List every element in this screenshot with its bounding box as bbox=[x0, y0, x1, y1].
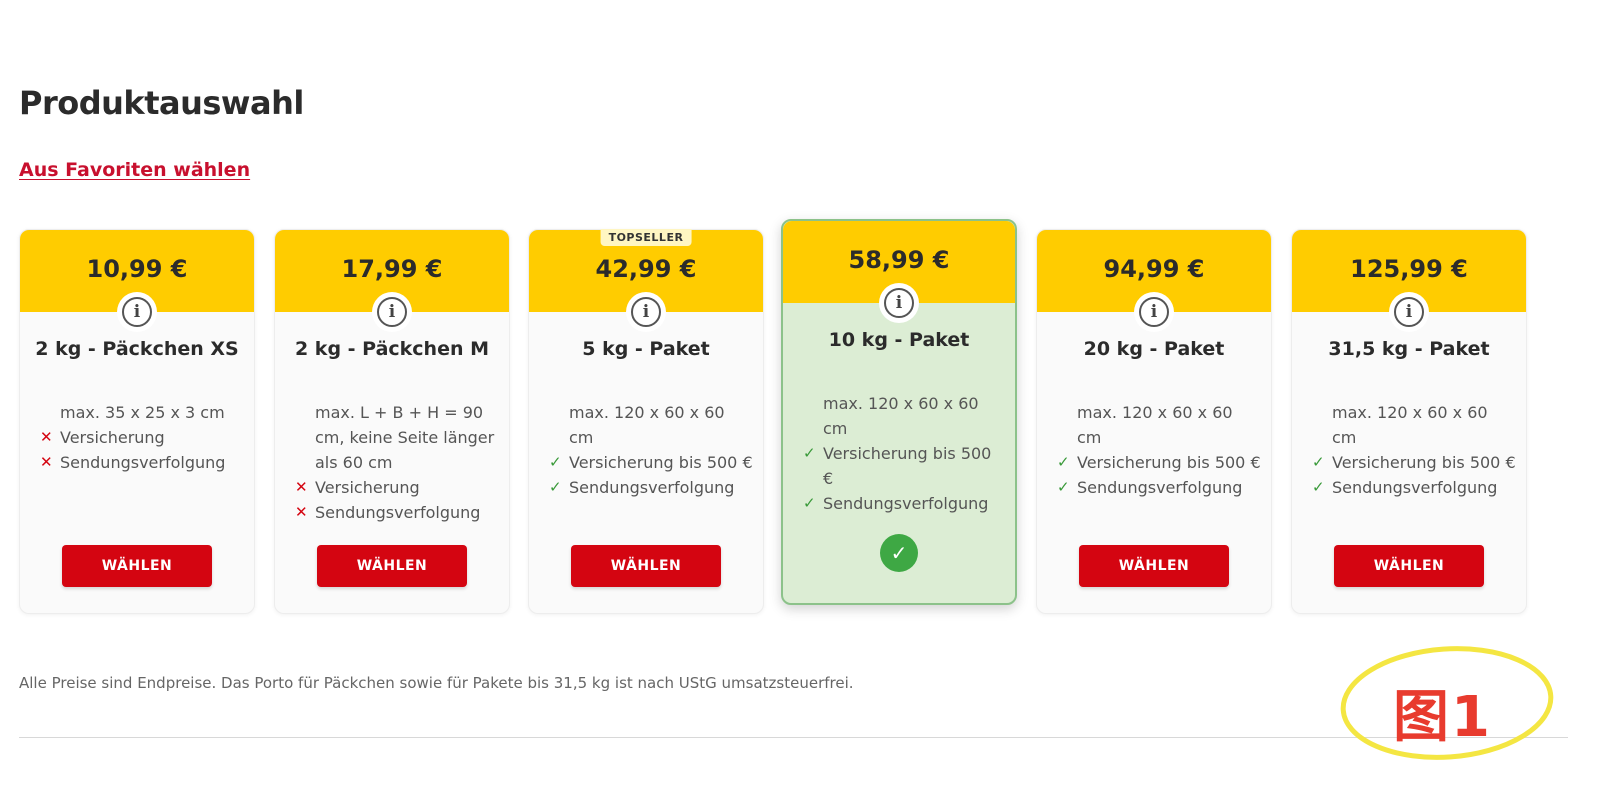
feature-tracking: ✕ Sendungsverfolgung bbox=[40, 450, 244, 475]
product-card-20kg-paket[interactable]: 94,99 € i 20 kg - Paket max. 120 x 60 x … bbox=[1036, 229, 1272, 614]
dimensions-text: max. 35 x 25 x 3 cm bbox=[60, 403, 225, 422]
feature-label: Sendungsverfolgung bbox=[569, 478, 735, 497]
product-name: 2 kg - Päckchen XS bbox=[35, 338, 239, 360]
check-icon: ✓ bbox=[1057, 453, 1070, 471]
dimensions-text: max. 120 x 60 x 60 cm bbox=[1332, 403, 1488, 447]
feature-label: Versicherung bis 500 € bbox=[1077, 453, 1261, 472]
feature-tracking: ✕ Sendungsverfolgung bbox=[295, 500, 499, 525]
choose-button[interactable]: WÄHLEN bbox=[1079, 545, 1229, 587]
annotation-label: 图1 bbox=[1393, 685, 1492, 750]
feature-insurance: ✓ Versicherung bis 500 € bbox=[1057, 450, 1261, 475]
check-icon: ✓ bbox=[803, 444, 816, 462]
feature-insurance: ✓ Versicherung bis 500 € bbox=[1312, 450, 1516, 475]
choose-button[interactable]: WÄHLEN bbox=[317, 545, 467, 587]
product-details: max. 35 x 25 x 3 cm ✕ Versicherung ✕ Sen… bbox=[40, 400, 244, 475]
check-icon: ✓ bbox=[803, 494, 816, 512]
dimensions-text: max. L + B + H = 90 cm, keine Seite läng… bbox=[315, 403, 495, 472]
product-card-31-5kg-paket[interactable]: 125,99 € i 31,5 kg - Paket max. 120 x 60… bbox=[1291, 229, 1527, 614]
info-icon: i bbox=[122, 297, 152, 327]
product-details: max. L + B + H = 90 cm, keine Seite läng… bbox=[295, 400, 499, 525]
topseller-badge: TOPSELLER bbox=[600, 229, 692, 246]
choose-button[interactable]: WÄHLEN bbox=[62, 545, 212, 587]
cross-icon: ✕ bbox=[295, 478, 308, 496]
price: 94,99 € bbox=[1103, 255, 1205, 283]
cross-icon: ✕ bbox=[40, 453, 53, 471]
feature-tracking: ✓ Sendungsverfolgung bbox=[803, 491, 1005, 516]
price: 10,99 € bbox=[86, 255, 188, 283]
price: 58,99 € bbox=[848, 246, 950, 274]
feature-label: Versicherung bbox=[315, 478, 420, 497]
check-icon: ✓ bbox=[549, 453, 562, 471]
info-icon: i bbox=[884, 288, 914, 318]
product-details: max. 120 x 60 x 60 cm ✓ Versicherung bis… bbox=[549, 400, 753, 500]
cross-icon: ✕ bbox=[295, 503, 308, 521]
price: 125,99 € bbox=[1350, 255, 1468, 283]
check-icon: ✓ bbox=[1057, 478, 1070, 496]
price: 17,99 € bbox=[341, 255, 443, 283]
feature-label: Versicherung bbox=[60, 428, 165, 447]
feature-insurance: ✕ Versicherung bbox=[40, 425, 244, 450]
cross-icon: ✕ bbox=[40, 428, 53, 446]
feature-tracking: ✓ Sendungsverfolgung bbox=[1312, 475, 1516, 500]
feature-label: Versicherung bis 500 € bbox=[569, 453, 753, 472]
product-card-2kg-paeckchen-xs[interactable]: 10,99 € i 2 kg - Päckchen XS max. 35 x 2… bbox=[19, 229, 255, 614]
choose-button[interactable]: WÄHLEN bbox=[1334, 545, 1484, 587]
product-details: max. 120 x 60 x 60 cm ✓ Versicherung bis… bbox=[1312, 400, 1516, 500]
product-name: 20 kg - Paket bbox=[1083, 338, 1225, 360]
price-footnote: Alle Preise sind Endpreise. Das Porto fü… bbox=[19, 674, 854, 692]
product-name: 10 kg - Paket bbox=[828, 329, 970, 351]
feature-insurance: ✓ Versicherung bis 500 € bbox=[549, 450, 753, 475]
info-icon: i bbox=[377, 297, 407, 327]
check-icon: ✓ bbox=[1312, 478, 1325, 496]
check-icon: ✓ bbox=[1312, 453, 1325, 471]
choose-from-favorites-link[interactable]: Aus Favoriten wählen bbox=[19, 159, 250, 181]
choose-button[interactable]: WÄHLEN bbox=[571, 545, 721, 587]
product-name: 2 kg - Päckchen M bbox=[294, 338, 490, 360]
info-icon: i bbox=[1139, 297, 1169, 327]
dimensions-text: max. 120 x 60 x 60 cm bbox=[823, 394, 979, 438]
info-icon: i bbox=[631, 297, 661, 327]
product-card-2kg-paeckchen-m[interactable]: 17,99 € i 2 kg - Päckchen M max. L + B +… bbox=[274, 229, 510, 614]
product-details: max. 120 x 60 x 60 cm ✓ Versicherung bis… bbox=[803, 391, 1005, 516]
feature-label: Sendungsverfolgung bbox=[60, 453, 226, 472]
product-card-10kg-paket[interactable]: 58,99 € i 10 kg - Paket max. 120 x 60 x … bbox=[781, 219, 1017, 605]
product-name: 5 kg - Paket bbox=[582, 338, 710, 360]
feature-insurance: ✕ Versicherung bbox=[295, 475, 499, 500]
selected-check-icon: ✓ bbox=[880, 534, 918, 572]
divider bbox=[19, 737, 1568, 738]
price: 42,99 € bbox=[595, 255, 697, 283]
product-name: 31,5 kg - Paket bbox=[1328, 338, 1490, 360]
info-button[interactable]: i bbox=[117, 292, 157, 332]
feature-label: Sendungsverfolgung bbox=[1332, 478, 1498, 497]
info-button[interactable]: i bbox=[1134, 292, 1174, 332]
product-details: max. 120 x 60 x 60 cm ✓ Versicherung bis… bbox=[1057, 400, 1261, 500]
dimensions-text: max. 120 x 60 x 60 cm bbox=[1077, 403, 1233, 447]
info-button[interactable]: i bbox=[372, 292, 412, 332]
info-button[interactable]: i bbox=[626, 292, 666, 332]
feature-label: Sendungsverfolgung bbox=[823, 494, 989, 513]
info-button[interactable]: i bbox=[879, 283, 919, 323]
dimensions-text: max. 120 x 60 x 60 cm bbox=[569, 403, 725, 447]
page-title: Produktauswahl bbox=[19, 84, 304, 122]
feature-insurance: ✓ Versicherung bis 500 € bbox=[803, 441, 1005, 491]
feature-label: Sendungsverfolgung bbox=[315, 503, 481, 522]
check-icon: ✓ bbox=[549, 478, 562, 496]
feature-tracking: ✓ Sendungsverfolgung bbox=[549, 475, 753, 500]
info-icon: i bbox=[1394, 297, 1424, 327]
feature-label: Sendungsverfolgung bbox=[1077, 478, 1243, 497]
feature-label: Versicherung bis 500 € bbox=[1332, 453, 1516, 472]
info-button[interactable]: i bbox=[1389, 292, 1429, 332]
feature-tracking: ✓ Sendungsverfolgung bbox=[1057, 475, 1261, 500]
feature-label: Versicherung bis 500 € bbox=[823, 444, 992, 488]
product-card-5kg-paket[interactable]: 42,99 € TOPSELLER i 5 kg - Paket max. 12… bbox=[528, 229, 764, 614]
